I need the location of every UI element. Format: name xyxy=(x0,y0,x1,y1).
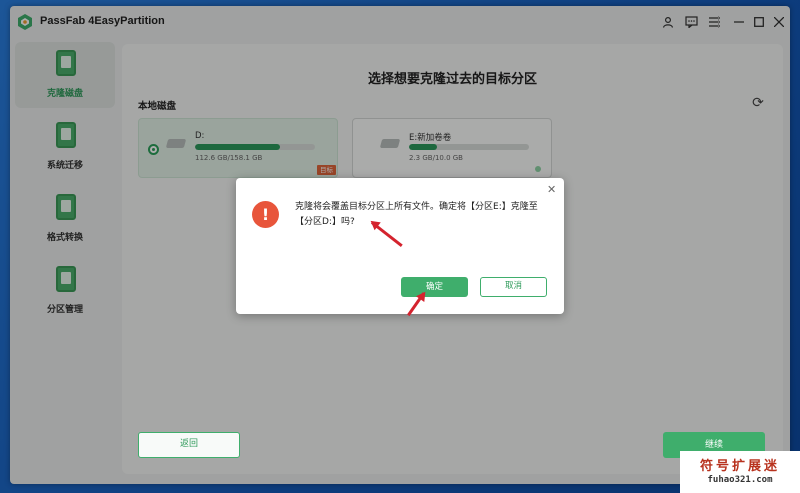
warning-icon: ! xyxy=(252,201,279,228)
watermark-title: 符号扩展迷 xyxy=(699,459,780,474)
cancel-button[interactable]: 取消 xyxy=(480,277,547,297)
back-button[interactable]: 返回 xyxy=(138,432,240,458)
dialog-message: 克隆将会覆盖目标分区上所有文件。确定将【分区E:】克隆至【分区D:】吗? xyxy=(295,202,538,227)
dialog-close-icon[interactable]: ✕ xyxy=(547,183,556,196)
site-watermark: 符号扩展迷 fuhao321.com xyxy=(680,451,800,493)
watermark-url: fuhao321.com xyxy=(707,475,773,485)
confirm-button[interactable]: 确定 xyxy=(401,277,468,297)
